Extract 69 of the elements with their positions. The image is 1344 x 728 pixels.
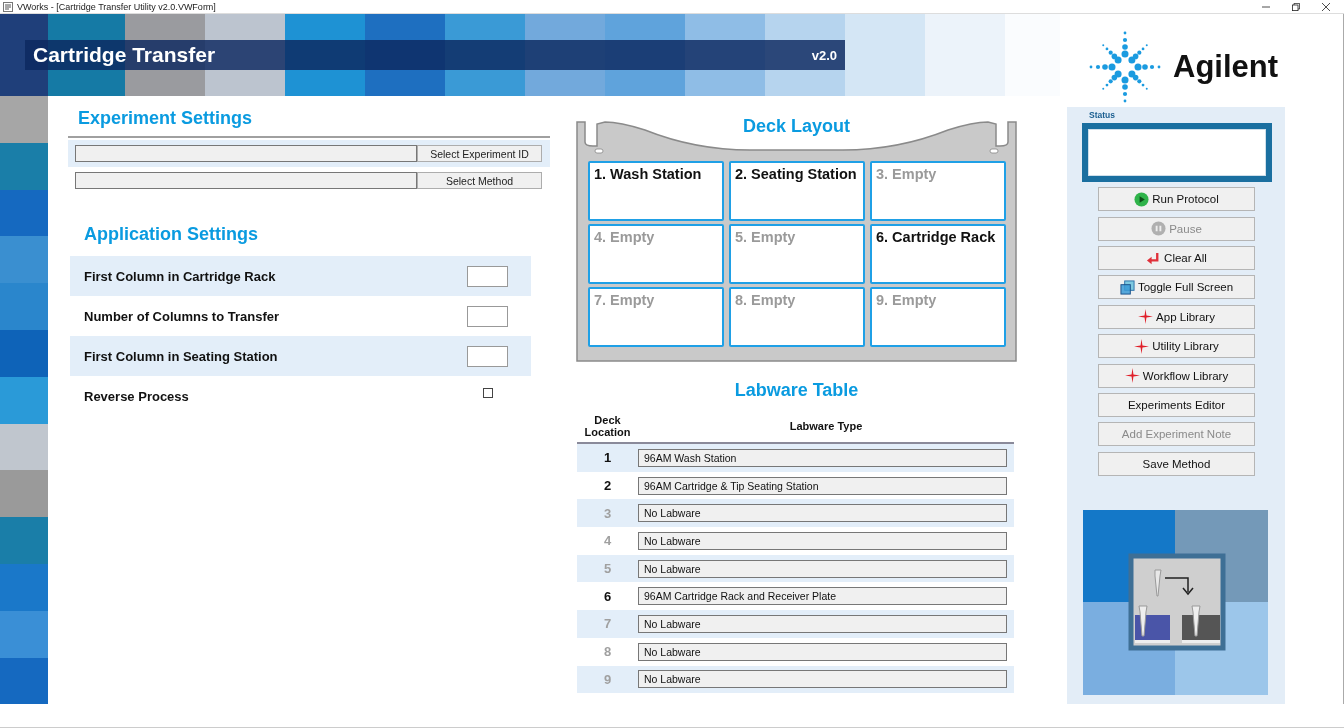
number-field[interactable] xyxy=(467,345,508,367)
location-number: 4 xyxy=(602,533,613,549)
action-button[interactable]: Utility Library xyxy=(1098,334,1255,359)
checkbox[interactable] xyxy=(482,388,493,398)
position-label: 8. Empty xyxy=(735,292,796,308)
position-label: 9. Empty xyxy=(876,292,937,308)
action-button[interactable]: App Library xyxy=(1098,304,1255,329)
setting-label: First Column in Cartridge Rack xyxy=(84,268,276,284)
position-label: 5. Empty xyxy=(735,229,796,245)
location-number: 2 xyxy=(602,478,613,494)
select-button[interactable]: Select Method xyxy=(417,172,542,189)
position-label: 6. Cartridge Rack xyxy=(876,229,996,245)
window-title: VWorks - [Cartridge Transfer Utility v2.0.VWForm] xyxy=(17,1,216,12)
action-button[interactable]: Toggle Full Screen xyxy=(1098,275,1255,300)
labware-field[interactable]: No Labware xyxy=(638,614,1007,633)
labware-field[interactable]: 96AM Cartridge & Tip Seating Station xyxy=(638,476,1007,495)
close-icon[interactable] xyxy=(1322,2,1330,11)
number-field[interactable] xyxy=(467,305,508,327)
sparkle-icon xyxy=(1138,309,1154,325)
sparkle-icon xyxy=(1134,338,1150,354)
number-field[interactable] xyxy=(467,265,508,287)
sparkle-icon xyxy=(1124,368,1140,384)
location-number: 9 xyxy=(602,671,613,687)
brand-name: Agilent xyxy=(1173,48,1279,85)
location-number: 7 xyxy=(602,616,613,632)
column-header: Deck Location xyxy=(583,414,632,438)
location-number: 3 xyxy=(602,505,613,521)
select-button[interactable]: Select Experiment ID xyxy=(417,145,542,162)
pause-icon xyxy=(1151,221,1167,237)
deck-position[interactable]: 2. Seating Station xyxy=(729,161,865,221)
labware-field[interactable]: 96AM Cartridge Rack and Receiver Plate xyxy=(638,587,1007,606)
position-label: 1. Wash Station xyxy=(594,166,702,182)
setting-label: First Column in Seating Station xyxy=(84,348,278,364)
section-heading: Experiment Settings xyxy=(68,108,550,138)
location-number: 6 xyxy=(602,588,613,604)
labware-field[interactable]: No Labware xyxy=(638,531,1007,550)
section-heading: Labware Table xyxy=(733,380,860,402)
status-label: Status xyxy=(1089,110,1116,121)
action-button[interactable]: Workflow Library xyxy=(1098,363,1255,388)
app-title: Cartridge Transfer xyxy=(33,43,216,67)
column-header: Labware Type xyxy=(788,420,864,432)
setting-label: Reverse Process xyxy=(84,388,189,404)
action-button[interactable]: Save Method xyxy=(1098,451,1255,476)
input-field[interactable] xyxy=(75,172,417,189)
setting-label: Number of Columns to Transfer xyxy=(84,308,280,324)
version-label: v2.0 xyxy=(811,47,837,63)
labware-field[interactable]: No Labware xyxy=(638,642,1007,661)
action-button[interactable]: Experiments Editor xyxy=(1098,393,1255,417)
position-label: 2. Seating Station xyxy=(735,166,857,182)
position-label: 3. Empty xyxy=(876,166,937,182)
labware-field[interactable]: No Labware xyxy=(638,504,1007,523)
section-heading: Application Settings xyxy=(83,224,259,246)
position-label: 7. Empty xyxy=(594,292,655,308)
play-icon xyxy=(1134,191,1150,207)
labware-field[interactable]: 96AM Wash Station xyxy=(638,448,1007,467)
position-label: 4. Empty xyxy=(594,229,655,245)
action-button[interactable]: Run Protocol xyxy=(1098,187,1255,212)
location-number: 5 xyxy=(602,561,613,577)
input-field[interactable] xyxy=(75,145,417,162)
restore-icon[interactable] xyxy=(1292,2,1300,11)
labware-field[interactable]: No Labware xyxy=(638,559,1007,578)
deck-position[interactable]: 6. Cartridge Rack xyxy=(870,224,1006,284)
location-number: 1 xyxy=(602,450,613,466)
section-heading: Deck Layout xyxy=(741,116,851,138)
overlapping-squares-icon xyxy=(1119,279,1135,295)
location-number: 8 xyxy=(602,644,613,660)
deck-position[interactable]: 1. Wash Station xyxy=(588,161,724,221)
action-button[interactable]: Clear All xyxy=(1098,246,1255,271)
labware-field[interactable]: No Labware xyxy=(638,670,1007,689)
